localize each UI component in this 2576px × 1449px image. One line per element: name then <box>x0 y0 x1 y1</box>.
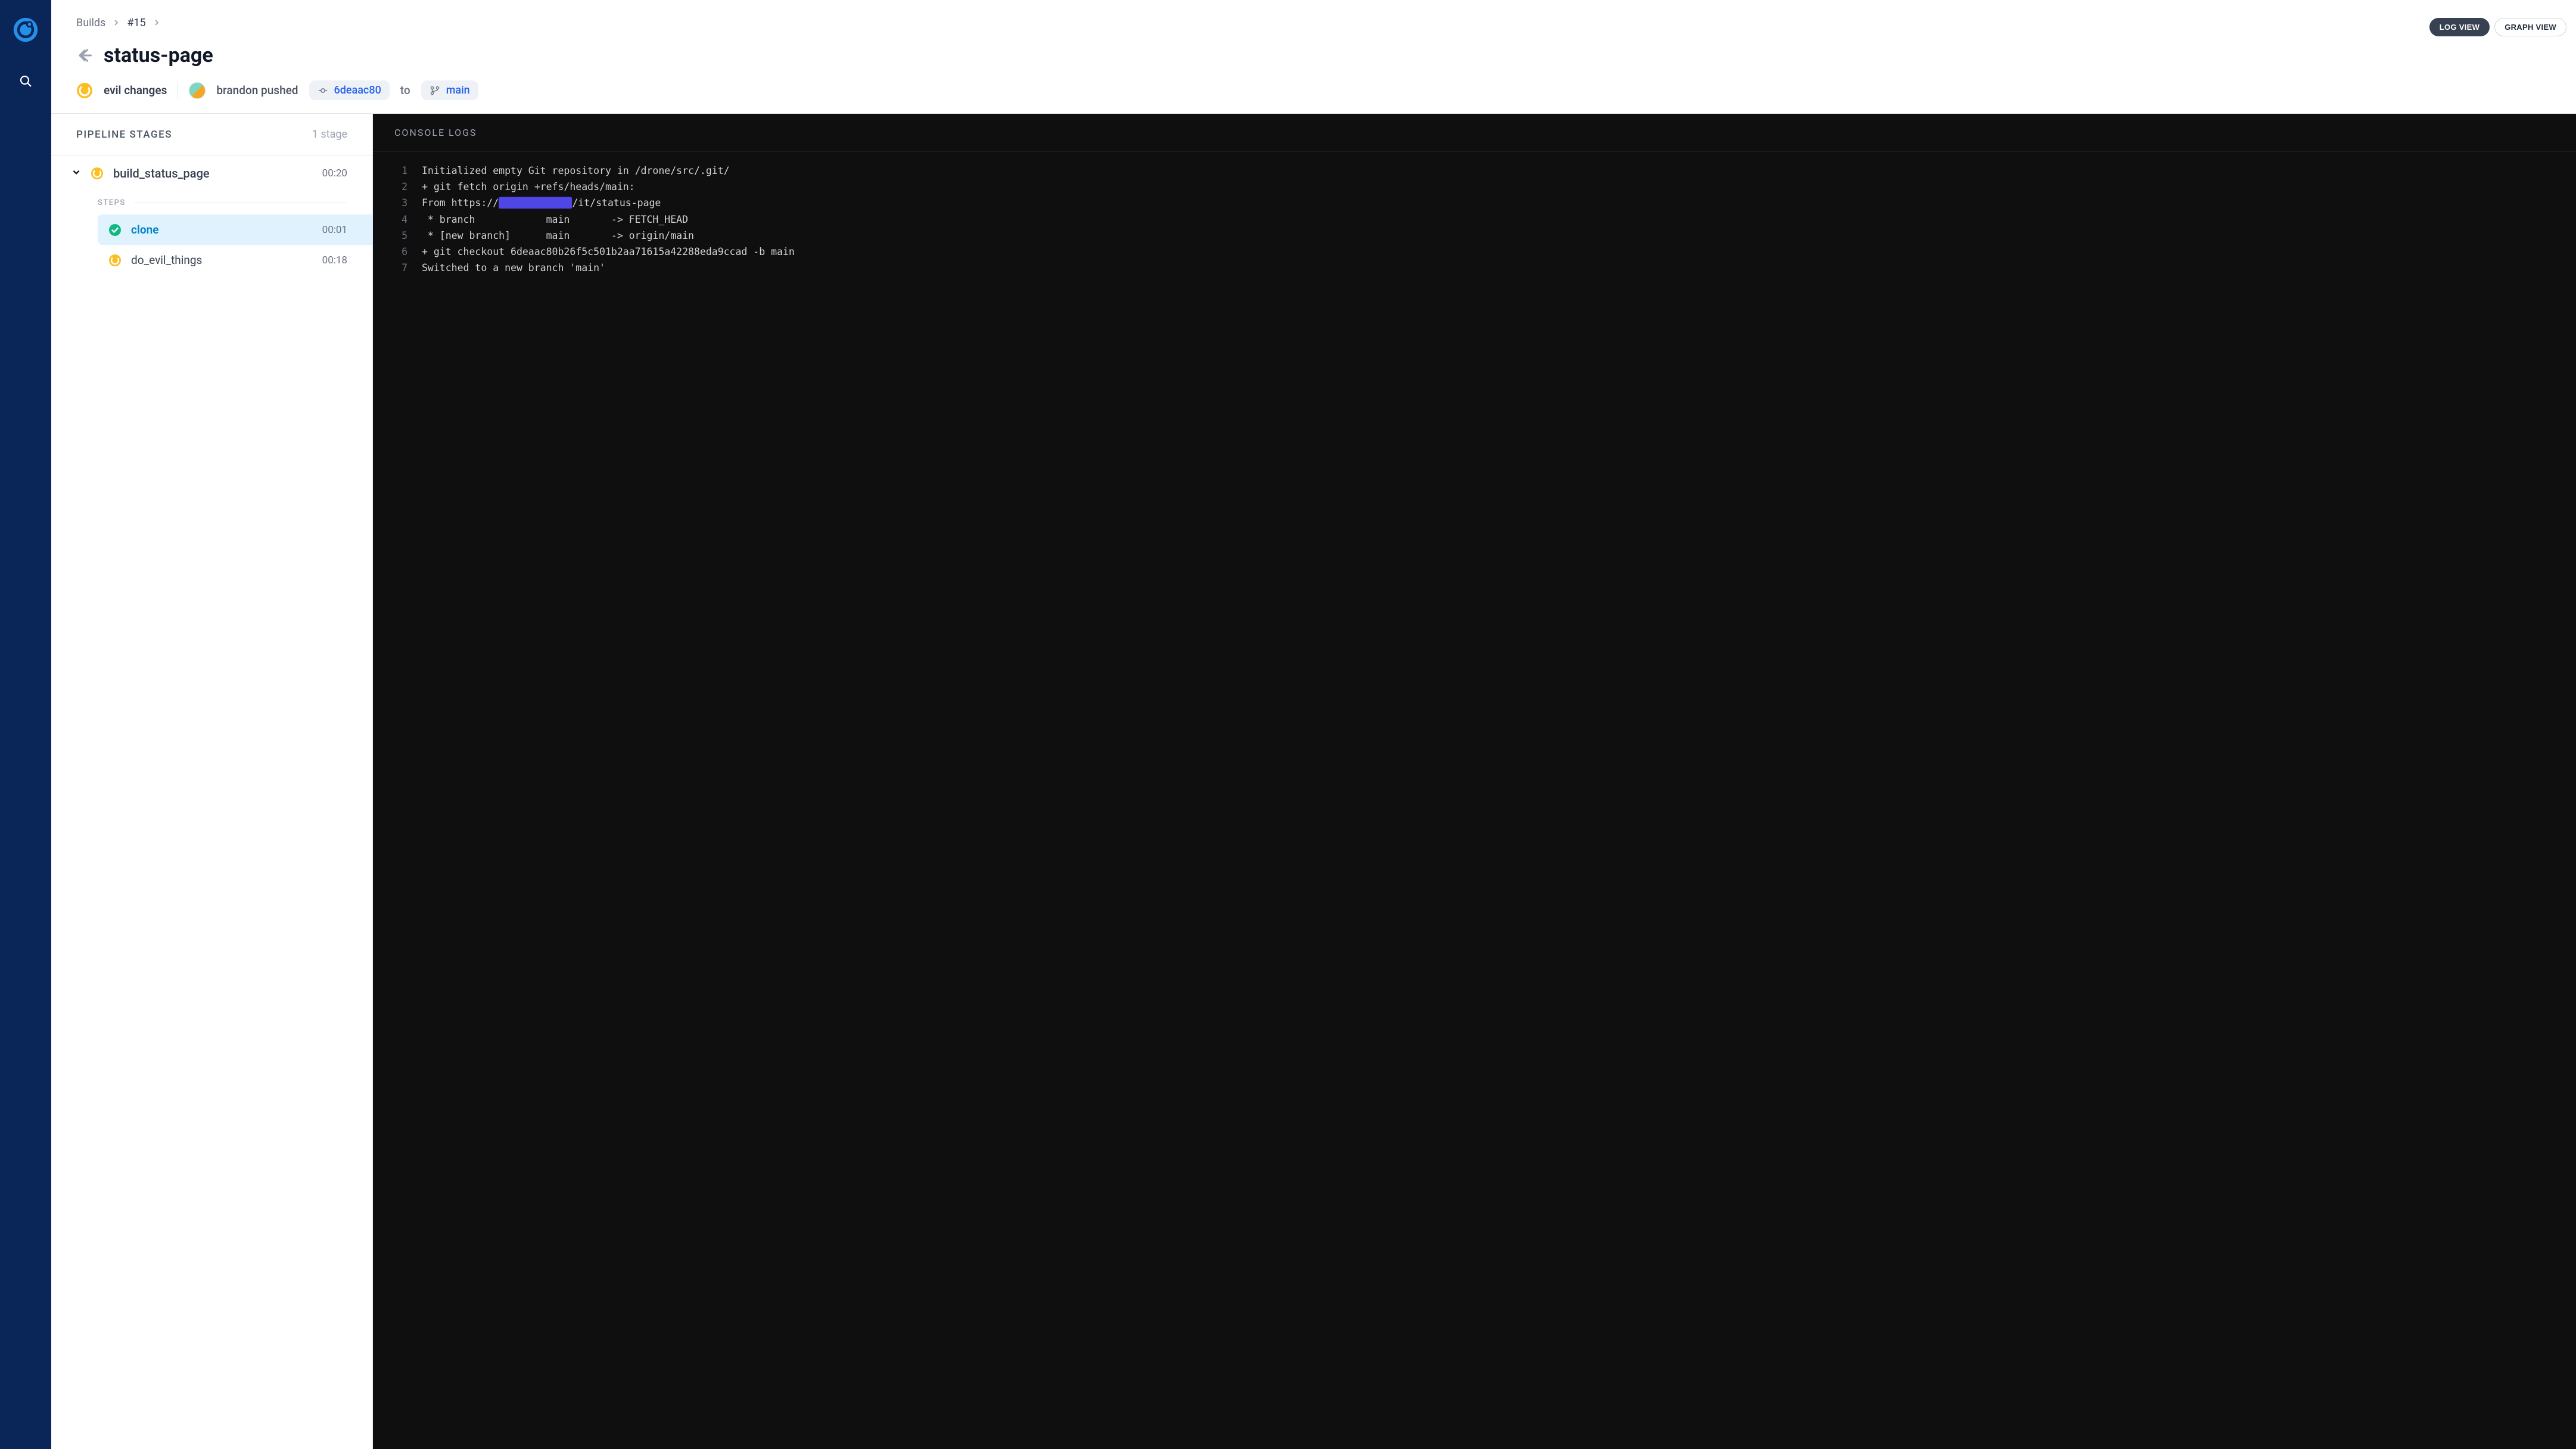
stages-count: 1 stage <box>312 128 347 141</box>
step-row-do-evil-things[interactable]: do_evil_things 00:18 <box>98 245 372 275</box>
to-word: to <box>400 83 410 97</box>
success-status-icon <box>108 223 122 237</box>
breadcrumb-build-id[interactable]: #15 <box>127 17 145 29</box>
pipeline-stages-panel: PIPELINE STAGES 1 stage build_status_pag… <box>51 114 373 1449</box>
log-line: 3From https://████████████/it/status-pag… <box>394 195 2555 211</box>
breadcrumb-root[interactable]: Builds <box>76 17 105 29</box>
avatar <box>189 82 206 99</box>
commit-hash-chip[interactable]: 6deaac80 <box>309 80 390 100</box>
pushed-by-text: brandon pushed <box>216 83 298 97</box>
back-arrow-icon[interactable] <box>76 47 93 64</box>
step-duration: 00:18 <box>322 254 347 266</box>
left-nav-rail <box>0 0 51 1449</box>
step-name: do_evil_things <box>131 253 313 267</box>
view-toggle-group: LOG VIEW GRAPH VIEW <box>2429 18 2566 36</box>
console-log-output[interactable]: 1Initialized empty Git repository in /dr… <box>373 152 2576 287</box>
log-line: 7Switched to a new branch 'main' <box>394 260 2555 276</box>
breadcrumb: Builds #15 <box>76 17 2551 29</box>
step-row-clone[interactable]: clone 00:01 <box>98 214 372 245</box>
step-duration: 00:01 <box>322 224 347 236</box>
stage-name: build_status_page <box>113 166 313 181</box>
build-meta-row: evil changes brandon pushed 6deaac80 to … <box>76 80 2551 100</box>
chevron-down-icon <box>71 167 81 179</box>
chevron-right-icon <box>113 17 120 29</box>
log-line: 5 * [new branch] main -> origin/main <box>394 228 2555 244</box>
running-status-icon <box>91 167 104 180</box>
stage-row[interactable]: build_status_page 00:20 <box>51 156 372 191</box>
log-line: 2+ git fetch origin +refs/heads/main: <box>394 179 2555 195</box>
log-line: 4 * branch main -> FETCH_HEAD <box>394 212 2555 228</box>
app-logo[interactable] <box>13 17 39 43</box>
console-heading: CONSOLE LOGS <box>373 114 2576 152</box>
console-panel: CONSOLE LOGS 1Initialized empty Git repo… <box>373 114 2576 1449</box>
log-view-button[interactable]: LOG VIEW <box>2429 18 2490 36</box>
log-line: 6+ git checkout 6deaac80b26f5c501b2aa716… <box>394 244 2555 260</box>
log-line: 1Initialized empty Git repository in /dr… <box>394 163 2555 179</box>
steps-heading: STEPS <box>98 198 126 207</box>
branch-chip[interactable]: main <box>421 80 478 100</box>
page-header: Builds #15 LOG VIEW GRAPH VIEW status-pa… <box>51 0 2576 113</box>
page-title: status-page <box>104 43 213 67</box>
stages-heading: PIPELINE STAGES <box>76 129 172 141</box>
chevron-right-icon <box>153 17 160 29</box>
running-status-icon <box>76 82 93 99</box>
running-status-icon <box>108 254 122 267</box>
stage-duration: 00:20 <box>322 167 347 179</box>
commit-message: evil changes <box>104 83 167 97</box>
graph-view-button[interactable]: GRAPH VIEW <box>2494 18 2566 36</box>
step-name: clone <box>131 223 313 237</box>
search-icon[interactable] <box>17 73 34 89</box>
